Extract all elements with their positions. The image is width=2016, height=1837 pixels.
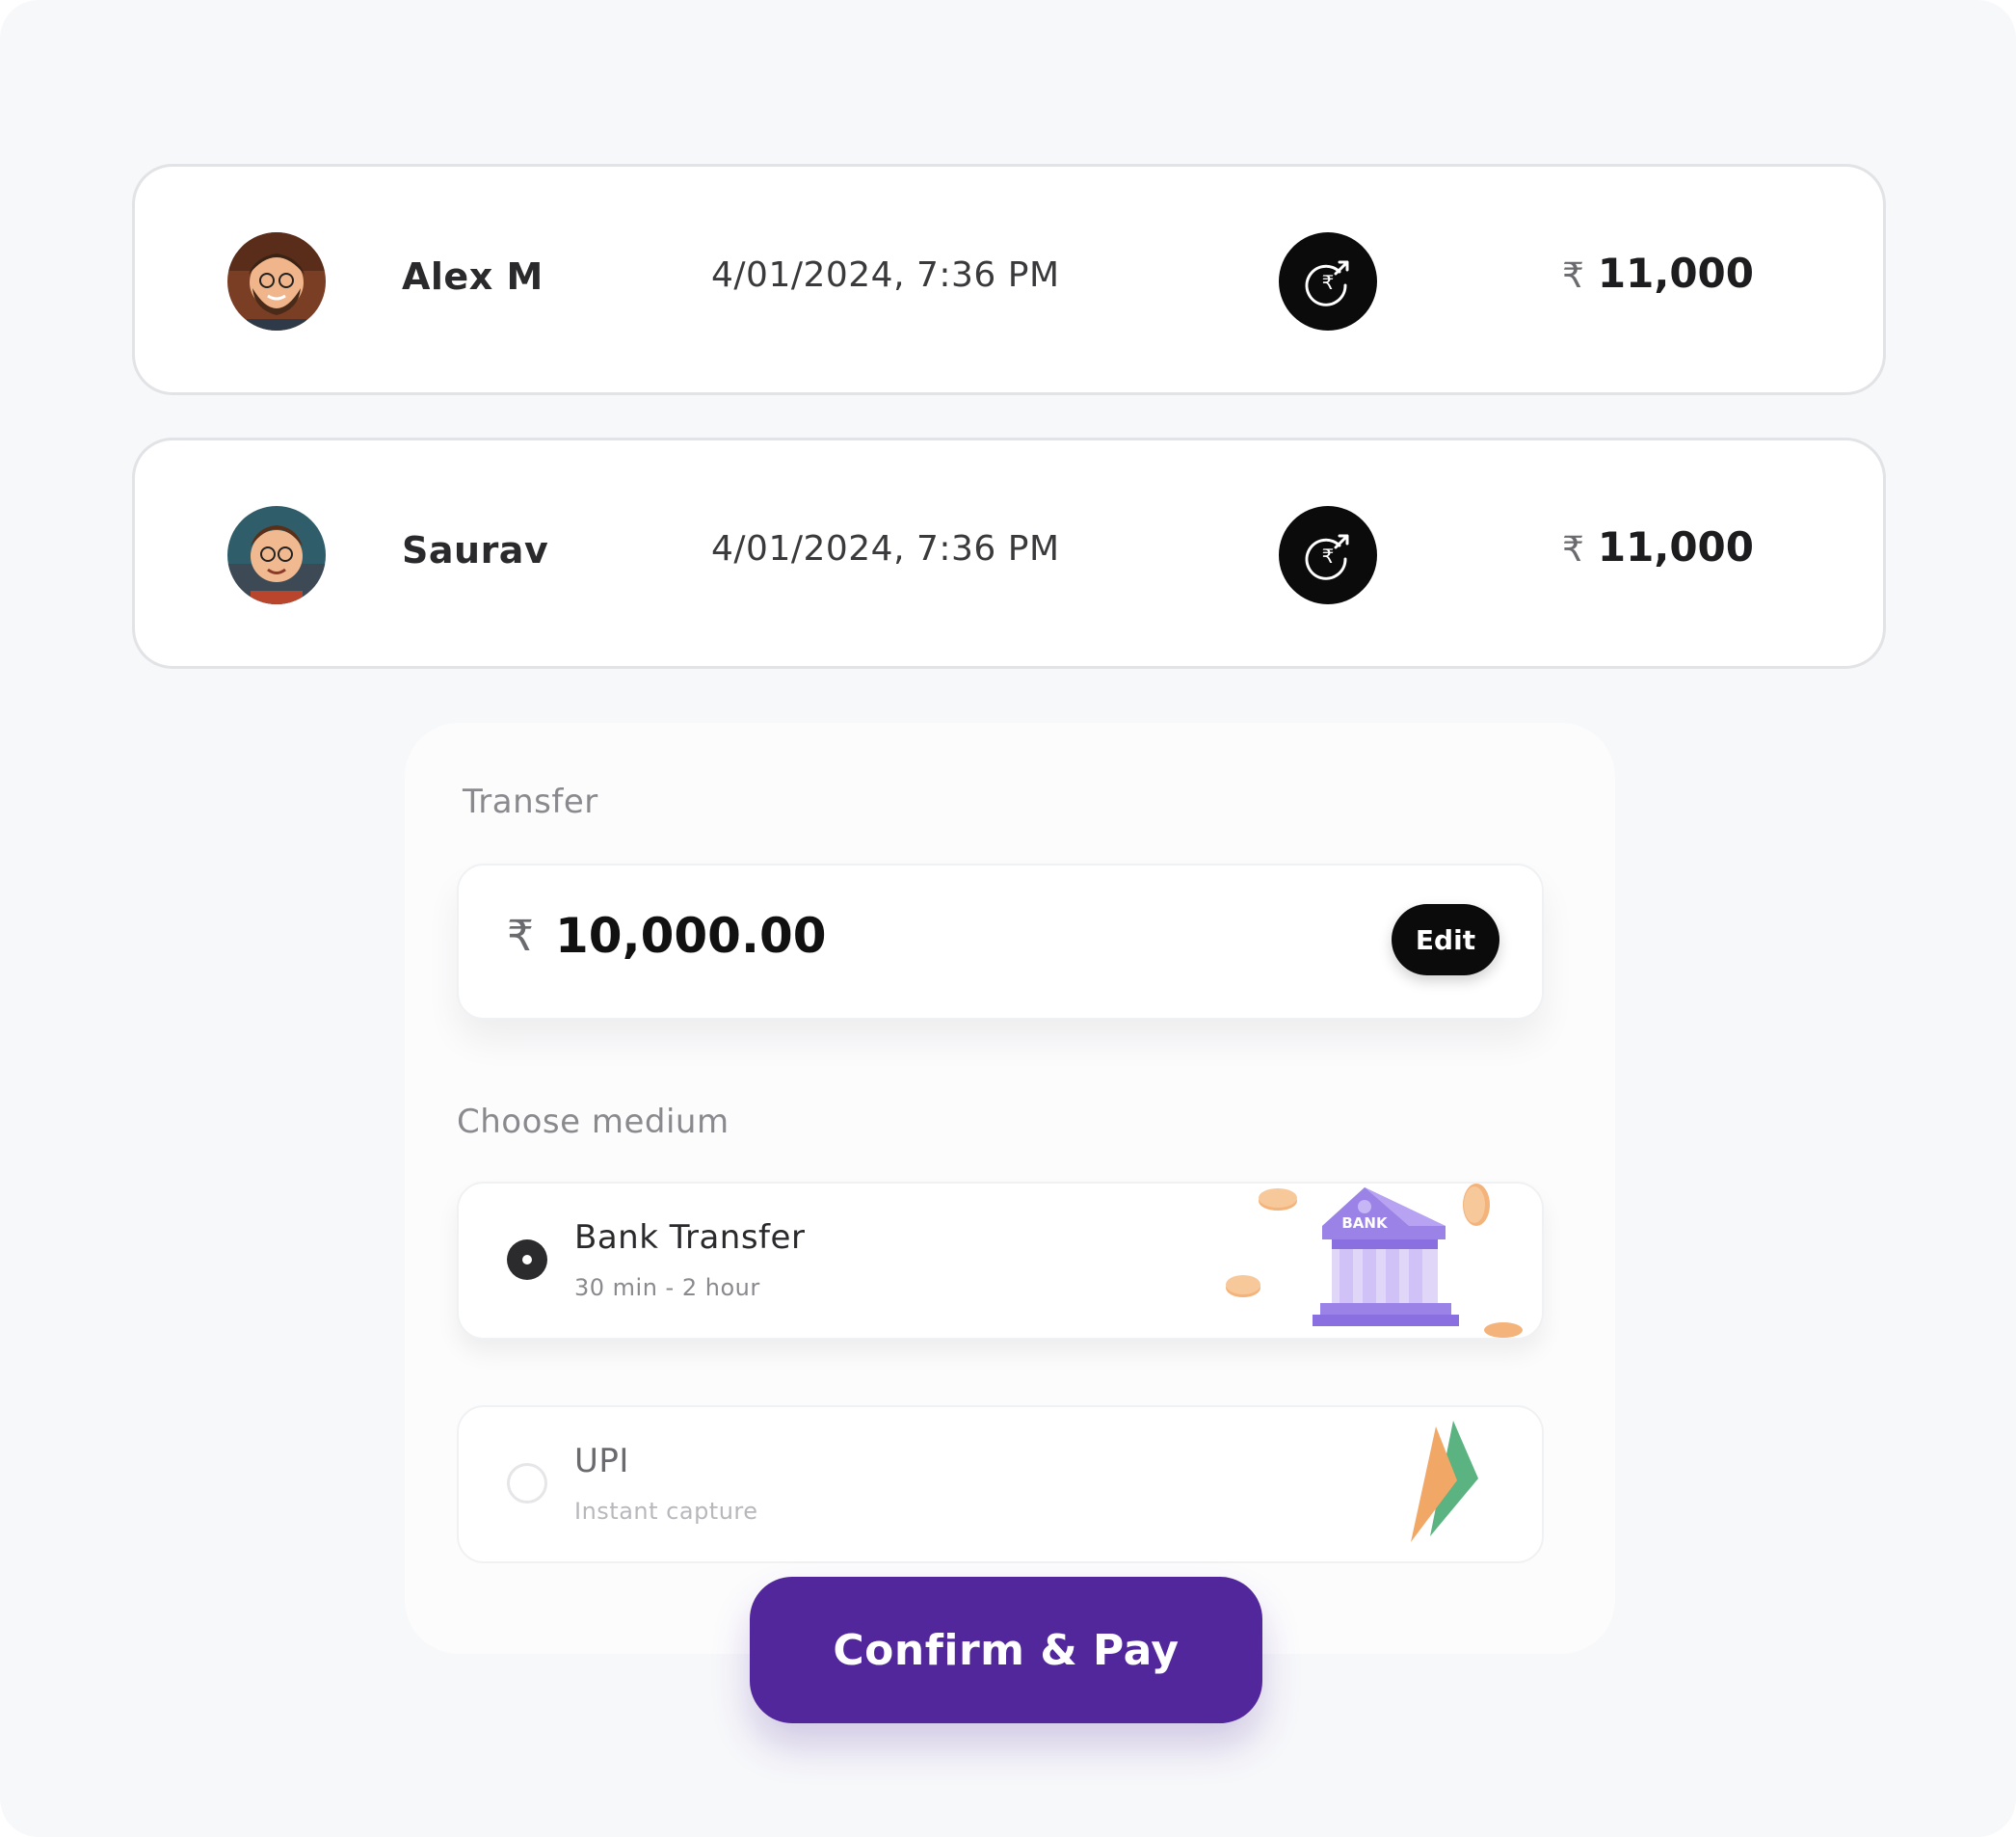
transaction-card[interactable]: Alex M 4/01/2024, 7:36 PM ₹ ₹ 11,000 — [132, 164, 1886, 395]
upi-logo — [1403, 1417, 1490, 1546]
transaction-datetime: 4/01/2024, 7:36 PM — [711, 255, 1060, 295]
svg-text:₹: ₹ — [1322, 545, 1335, 568]
transaction-amount: ₹ 11,000 — [1562, 250, 1754, 297]
amount-value: 11,000 — [1597, 523, 1754, 571]
rupee-transfer-icon[interactable]: ₹ — [1279, 232, 1377, 331]
radio-unselected[interactable] — [507, 1463, 547, 1504]
bank-icon: BANK — [1210, 1176, 1546, 1342]
choose-medium-label: Choose medium — [457, 1103, 729, 1141]
currency-symbol: ₹ — [1562, 256, 1584, 296]
currency-symbol: ₹ — [1562, 530, 1584, 570]
avatar — [227, 232, 326, 331]
radio-selected[interactable] — [507, 1239, 547, 1280]
transaction-name: Saurav — [402, 529, 549, 572]
transfer-title: Transfer — [463, 783, 598, 821]
medium-title: Bank Transfer — [574, 1218, 806, 1257]
transaction-amount: ₹ 11,000 — [1562, 523, 1754, 571]
svg-text:₹: ₹ — [1322, 271, 1335, 294]
medium-option-bank-transfer[interactable]: Bank Transfer 30 min - 2 hour BANK — [457, 1182, 1544, 1340]
medium-title: UPI — [574, 1442, 629, 1480]
medium-subtitle: 30 min - 2 hour — [574, 1274, 760, 1301]
currency-symbol: ₹ — [507, 912, 534, 961]
transaction-name: Alex M — [402, 255, 544, 298]
transaction-card[interactable]: Saurav 4/01/2024, 7:36 PM ₹ ₹ 11,000 — [132, 438, 1886, 669]
medium-subtitle: Instant capture — [574, 1498, 758, 1525]
amount-value: 11,000 — [1597, 250, 1754, 297]
confirm-pay-button[interactable]: Confirm & Pay — [750, 1577, 1262, 1723]
bank-label: BANK — [1341, 1214, 1389, 1232]
transfer-amount-field[interactable]: ₹ 10,000.00 Edit — [457, 864, 1544, 1020]
rupee-transfer-icon[interactable]: ₹ — [1279, 506, 1377, 604]
transaction-datetime: 4/01/2024, 7:36 PM — [711, 529, 1060, 569]
avatar — [227, 506, 326, 604]
edit-button[interactable]: Edit — [1392, 904, 1499, 975]
transfer-amount-value: 10,000.00 — [555, 908, 827, 964]
medium-option-upi[interactable]: UPI Instant capture — [457, 1405, 1544, 1563]
